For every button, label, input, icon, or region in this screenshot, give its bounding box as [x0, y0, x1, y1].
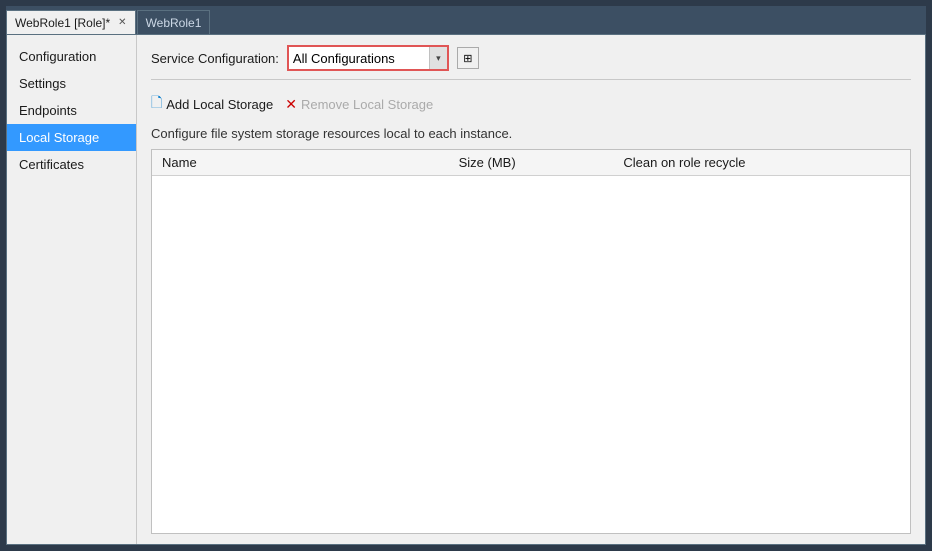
local-storage-table: Name Size (MB) Clean on role recycle [152, 150, 910, 176]
remove-label: Remove Local Storage [301, 97, 433, 112]
tab-bar: WebRole1 [Role]* ✕ WebRole1 [6, 6, 926, 34]
add-local-storage-button[interactable]: 🗋 Add Local Storage [151, 90, 273, 118]
dropdown-arrow-icon[interactable]: ▾ [429, 47, 447, 69]
tab-label: WebRole1 [146, 16, 202, 30]
column-header-clean: Clean on role recycle [613, 150, 910, 176]
table-header-row: Name Size (MB) Clean on role recycle [152, 150, 910, 176]
sidebar-item-configuration[interactable]: Configuration [7, 43, 136, 70]
column-header-name: Name [152, 150, 449, 176]
config-icon: ⊞ [463, 52, 472, 65]
sidebar-item-settings[interactable]: Settings [7, 70, 136, 97]
table-area: Name Size (MB) Clean on role recycle [151, 149, 911, 534]
close-icon[interactable]: ✕ [118, 17, 126, 28]
service-config-select-wrapper[interactable]: All Configurations Cloud Local ▾ [287, 45, 449, 71]
service-config-row: Service Configuration: All Configuration… [151, 45, 911, 80]
remove-icon: ✕ [285, 96, 297, 113]
add-icon: 🗋 [151, 92, 162, 116]
app-frame: WebRole1 [Role]* ✕ WebRole1 Configuratio… [0, 0, 932, 551]
tab-webrole1-role[interactable]: WebRole1 [Role]* ✕ [6, 10, 136, 34]
tab-label: WebRole1 [Role]* [15, 16, 110, 30]
sidebar: Configuration Settings Endpoints Local S… [7, 35, 137, 544]
description-text: Configure file system storage resources … [151, 126, 911, 141]
toolbar: 🗋 Add Local Storage ✕ Remove Local Stora… [151, 90, 911, 118]
sidebar-item-endpoints[interactable]: Endpoints [7, 97, 136, 124]
sidebar-item-certificates[interactable]: Certificates [7, 151, 136, 178]
sidebar-item-local-storage[interactable]: Local Storage [7, 124, 136, 151]
service-config-select[interactable]: All Configurations Cloud Local [289, 47, 429, 69]
config-icon-button[interactable]: ⊞ [457, 47, 479, 69]
content-panel: Service Configuration: All Configuration… [137, 35, 925, 544]
add-label: Add Local Storage [166, 97, 273, 112]
column-header-size: Size (MB) [449, 150, 614, 176]
tab-webrole1[interactable]: WebRole1 [137, 10, 211, 34]
service-config-label: Service Configuration: [151, 51, 279, 66]
remove-local-storage-button[interactable]: ✕ Remove Local Storage [285, 94, 433, 115]
main-area: Configuration Settings Endpoints Local S… [6, 34, 926, 545]
